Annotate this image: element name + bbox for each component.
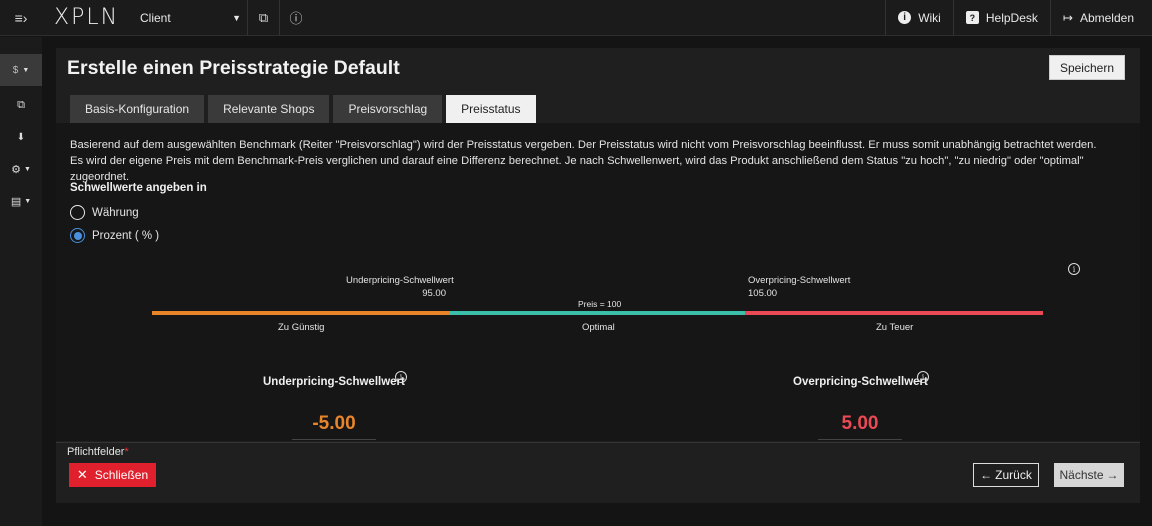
over-threshold-label: Overpricing-Schwellwert <box>793 376 928 388</box>
threshold-unit-label: Schwellwerte angeben in <box>70 182 207 194</box>
scale-price-label: Preis = 100 <box>578 299 622 309</box>
save-button[interactable]: Speichern <box>1048 55 1125 80</box>
copy-icon[interactable]: ⧉ <box>248 0 280 36</box>
download-icon: ⬇ <box>16 131 26 143</box>
under-threshold-input[interactable]: -5.00 <box>292 413 376 440</box>
info-icon[interactable]: i <box>395 371 407 383</box>
scale-segment-label-optimal: Optimal <box>582 322 615 333</box>
over-threshold-input[interactable]: 5.00 <box>818 413 902 440</box>
radio-option-currency[interactable]: Währung <box>70 205 139 220</box>
footer: Pflichtfelder* ✕ Schließen ← Zurück Näch… <box>56 442 1140 503</box>
info-icon[interactable]: i <box>1068 263 1080 275</box>
tab-content: Basierend auf dem ausgewählten Benchmark… <box>56 123 1140 441</box>
gear-icon: ⚙ <box>11 163 21 176</box>
under-threshold-label: Underpricing-Schwellwert <box>263 376 405 388</box>
close-label: Schließen <box>94 468 149 482</box>
scale-segment-too-expensive <box>745 311 1043 315</box>
main-panel: Erstelle einen Preisstrategie Default Sp… <box>56 48 1140 503</box>
helpdesk-label: HelpDesk <box>985 10 1038 25</box>
info-icon[interactable]: ⓘ <box>280 0 312 36</box>
arrow-left-icon: ← <box>980 468 993 482</box>
question-book-icon: ? <box>965 11 979 24</box>
sidebar-item-settings[interactable]: ⚙ ▼ <box>0 153 42 185</box>
logout-icon: ↦ <box>1062 10 1073 25</box>
close-button[interactable]: ✕ Schließen <box>69 463 156 487</box>
scale-over-value: 105.00 <box>748 288 778 299</box>
copy-icon: ⧉ <box>17 98 25 111</box>
sidebar: $ ▼ ⧉ ⬇ ⚙ ▼ ▤ ▼ <box>0 37 42 526</box>
tab-preisstatus[interactable]: Preisstatus <box>446 95 536 123</box>
info-icon[interactable]: i <box>917 371 929 383</box>
caret-down-icon: ▼ <box>232 12 241 23</box>
back-button[interactable]: ← Zurück <box>973 463 1039 487</box>
scale-segment-too-cheap <box>152 311 449 315</box>
tab-preisvorschlag[interactable]: Preisvorschlag <box>333 95 443 123</box>
scale-segment-optimal <box>449 311 745 315</box>
sidebar-item-download[interactable]: ⬇ <box>0 121 42 153</box>
client-select-label: Client <box>140 10 171 25</box>
scale-segment-label-too-expensive: Zu Teuer <box>876 322 914 333</box>
info-filled-icon: i <box>898 11 912 24</box>
client-select[interactable]: Client ▼ <box>140 0 248 36</box>
radio-percent-label: Prozent ( % ) <box>92 229 160 242</box>
tab-bar: Basis-Konfiguration Relevante Shops Prei… <box>70 95 536 123</box>
scale-under-label: Underpricing-Schwellwert <box>346 275 454 286</box>
required-fields-note: Pflichtfelder* <box>67 446 129 458</box>
tab-basis-konfiguration[interactable]: Basis-Konfiguration <box>70 95 205 123</box>
required-label: Pflichtfelder <box>67 446 125 458</box>
radio-percent[interactable] <box>70 228 85 243</box>
next-label: Nächste <box>1059 468 1104 482</box>
scale-under-value: 95.00 <box>422 288 446 299</box>
sidebar-item-pricing[interactable]: $ ▼ <box>0 54 42 86</box>
sidebar-item-card[interactable]: ▤ ▼ <box>0 185 42 217</box>
radio-currency-label: Währung <box>92 206 139 219</box>
close-icon: ✕ <box>76 467 88 482</box>
dollar-icon: $ <box>12 64 19 76</box>
page-title: Erstelle einen Preisstrategie Default <box>67 57 400 79</box>
wiki-label: Wiki <box>918 10 941 25</box>
scale-segment-label-too-cheap: Zu Günstig <box>278 322 325 333</box>
tab-relevante-shops[interactable]: Relevante Shops <box>208 95 330 123</box>
top-bar: ≡› XPLN Client ▼ ⧉ ⓘ i Wiki ? HelpDesk ↦… <box>0 0 1152 36</box>
arrow-right-icon: → <box>1106 468 1119 482</box>
caret-down-icon: ▼ <box>24 197 32 205</box>
helpdesk-link[interactable]: ? HelpDesk <box>952 0 1050 36</box>
description-text: Basierend auf dem ausgewählten Benchmark… <box>70 139 1097 183</box>
menu-toggle-icon[interactable]: ≡› <box>0 0 42 36</box>
logout-link[interactable]: ↦ Abmelden <box>1049 0 1152 36</box>
next-button[interactable]: Nächste → <box>1054 463 1124 487</box>
required-mark: * <box>124 446 129 458</box>
caret-down-icon: ▼ <box>22 66 30 74</box>
radio-currency[interactable] <box>70 205 85 220</box>
wiki-link[interactable]: i Wiki <box>885 0 953 36</box>
sidebar-item-copy[interactable]: ⧉ <box>0 89 42 121</box>
logout-label: Abmelden <box>1079 10 1134 25</box>
caret-down-icon: ▼ <box>23 165 31 173</box>
app-logo: XPLN <box>54 5 120 30</box>
radio-option-percent[interactable]: Prozent ( % ) <box>70 228 159 243</box>
back-label: Zurück <box>995 468 1032 482</box>
scale-over-label: Overpricing-Schwellwert <box>748 275 851 286</box>
card-icon: ▤ <box>10 195 22 208</box>
